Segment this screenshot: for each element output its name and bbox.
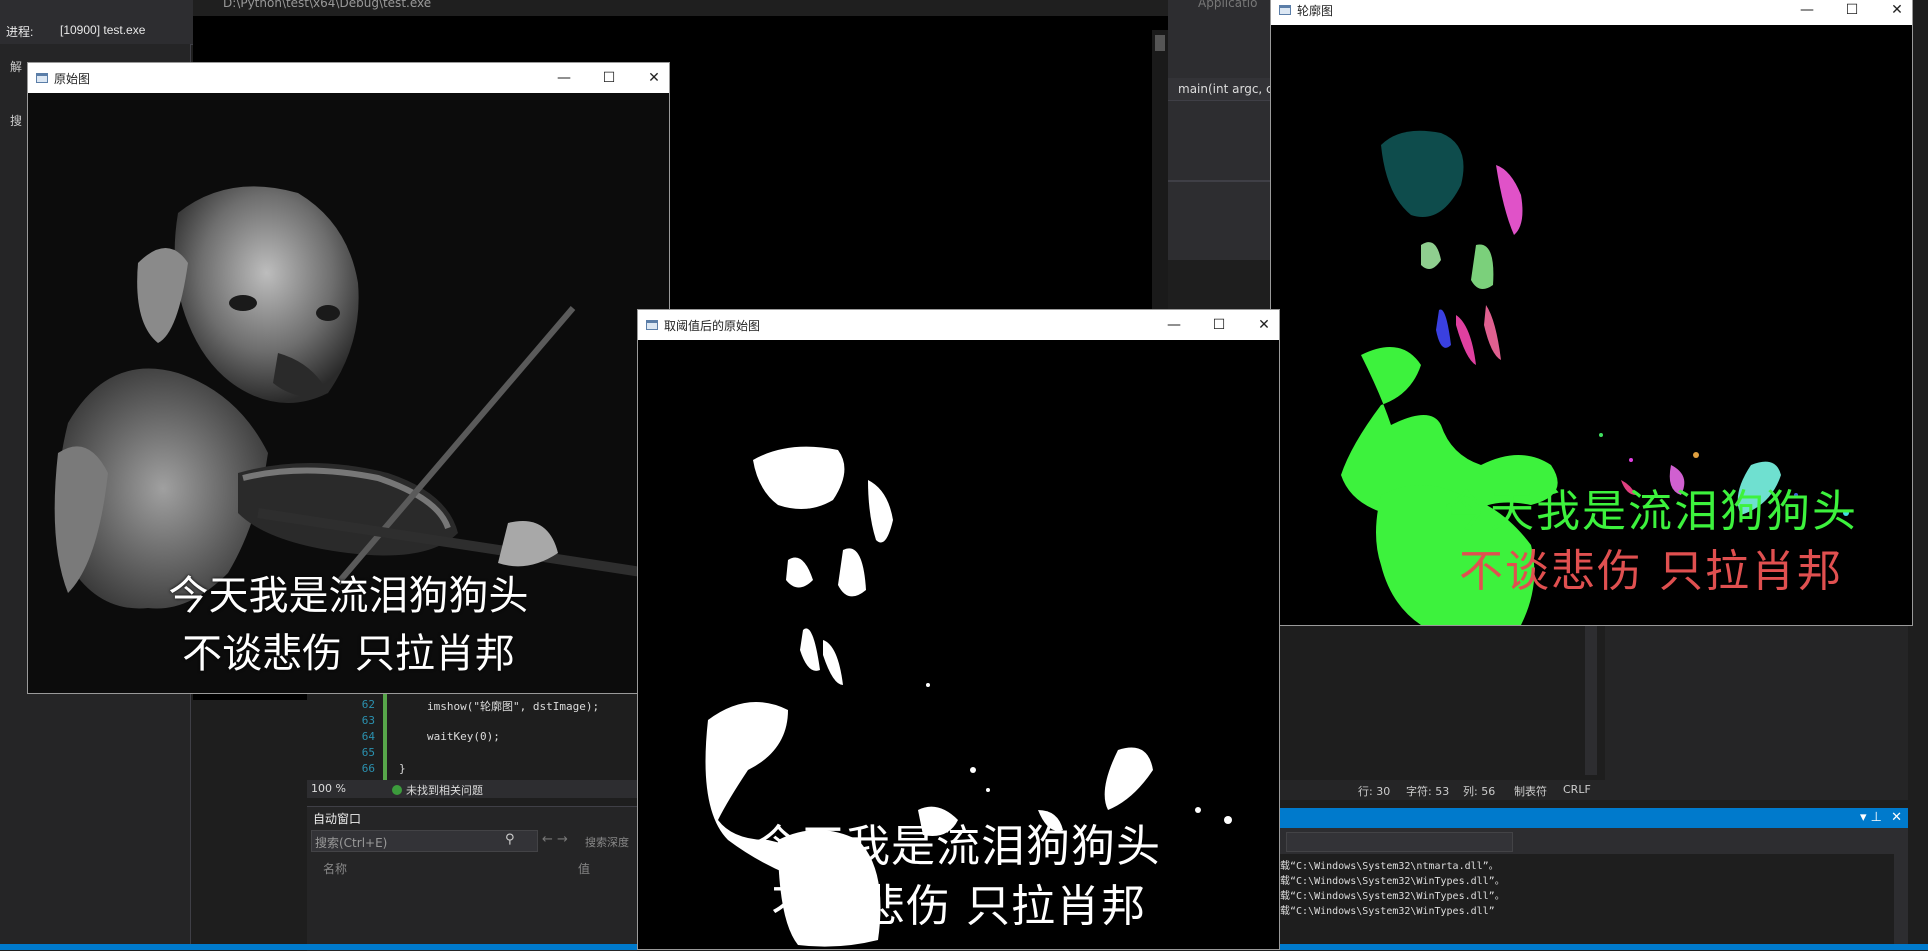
contour-title: 轮廓图 bbox=[1297, 4, 1334, 18]
output-scrollbar[interactable] bbox=[1894, 854, 1908, 944]
original-title: 原始图 bbox=[54, 72, 91, 86]
autos-panel bbox=[307, 806, 637, 951]
output-text: 载“C:\Windows\System32\ntmarta.dll”。 载“C:… bbox=[1276, 854, 1908, 944]
function-dropdown[interactable]: main(int argc, c bbox=[1168, 78, 1273, 101]
contour-caption-line2: 不谈悲伤 只拉肖邦 bbox=[1431, 535, 1871, 599]
search-icon[interactable]: ⚲ bbox=[505, 832, 515, 847]
editor-status: 100 % 未找到相关问题 bbox=[307, 780, 637, 798]
console-titlebar: D:\Python\test\x64\Debug\test.exe bbox=[193, 0, 1168, 16]
close-button[interactable]: ✕ bbox=[1249, 314, 1279, 336]
search-depth-label: 搜索深度 bbox=[585, 836, 629, 849]
search-placeholder: 搜索(Ctrl+E) bbox=[315, 836, 388, 850]
line-number: 65 bbox=[361, 746, 375, 759]
issues-status[interactable]: 未找到相关问题 bbox=[392, 782, 483, 798]
threshold-title: 取阈值后的原始图 bbox=[664, 319, 761, 333]
application-label: Applicatio bbox=[1198, 0, 1258, 10]
function-signature: main(int argc, c bbox=[1178, 82, 1273, 96]
output-line: 载“C:\Windows\System32\WinTypes.dll”。 bbox=[1280, 876, 1505, 887]
col-value: 值 bbox=[578, 862, 591, 876]
minimize-button[interactable]: — bbox=[1792, 0, 1822, 21]
autos-search-input[interactable]: 搜索(Ctrl+E) bbox=[311, 830, 538, 852]
line-number: 64 bbox=[361, 730, 375, 743]
close-button[interactable]: ✕ bbox=[639, 67, 669, 89]
status-eol: CRLF bbox=[1563, 783, 1591, 796]
maximize-button[interactable]: ☐ bbox=[594, 67, 624, 89]
threshold-caption-line2: 不谈悲伤 只拉肖邦 bbox=[771, 881, 1146, 932]
minimize-button[interactable]: — bbox=[1159, 314, 1189, 336]
output-line: 载“C:\Windows\System32\WinTypes.dll” bbox=[1280, 906, 1495, 917]
left-tab-search[interactable]: 搜 bbox=[10, 112, 22, 129]
minimize-button[interactable]: — bbox=[549, 67, 579, 89]
status-col: 列: 56 bbox=[1463, 785, 1496, 798]
divider bbox=[1168, 180, 1270, 182]
maximize-button[interactable]: ☐ bbox=[1204, 314, 1234, 336]
contour-window[interactable]: 轮廓图 — ☐ ✕ 今天我是流泪狗狗头 不谈悲伤 只拉肖邦 bbox=[1270, 0, 1913, 626]
original-caption-line2: 不谈悲伤 只拉肖邦 bbox=[182, 631, 515, 677]
original-titlebar[interactable]: 原始图 — ☐ ✕ bbox=[28, 63, 669, 93]
close-icon[interactable]: ✕ bbox=[1891, 810, 1902, 825]
caption-text: 不谈悲伤 只拉肖邦 bbox=[1459, 546, 1843, 597]
output-source-select[interactable] bbox=[1286, 832, 1513, 852]
line-number: 62 bbox=[361, 698, 375, 711]
line-number: 63 bbox=[361, 714, 375, 727]
contour-image: 今天我是流泪狗狗头 不谈悲伤 只拉肖邦 bbox=[1271, 25, 1912, 625]
caption-text: 今天我是流泪狗狗头 bbox=[1444, 486, 1858, 537]
status-tab: 制表符 bbox=[1514, 785, 1547, 798]
side-panel bbox=[1605, 625, 1908, 780]
contour-caption-line1: 今天我是流泪狗狗头 bbox=[1431, 475, 1871, 539]
code-line: imshow("轮廓图", dstImage); bbox=[427, 700, 600, 713]
code-line: } bbox=[399, 762, 406, 775]
code-editor[interactable]: 62 imshow("轮廓图", dstImage); 63 64 waitKe… bbox=[307, 690, 637, 782]
console-title: D:\Python\test\x64\Debug\test.exe bbox=[223, 0, 432, 10]
process-label: 进程: bbox=[6, 25, 34, 39]
nav-arrows-icon[interactable]: ← → bbox=[542, 832, 568, 847]
original-window[interactable]: 原始图 — ☐ ✕ 今天我是流泪狗狗头 不谈悲伤 只拉肖邦 bbox=[27, 62, 670, 694]
status-char: 字符: 53 bbox=[1406, 785, 1450, 798]
autos-title: 自动窗口 bbox=[313, 812, 362, 826]
original-image: 今天我是流泪狗狗头 不谈悲伤 只拉肖邦 bbox=[28, 93, 669, 693]
console-scroll-thumb[interactable] bbox=[1155, 35, 1165, 51]
threshold-titlebar[interactable]: 取阈值后的原始图 — ☐ ✕ bbox=[638, 310, 1279, 340]
window-icon bbox=[36, 73, 48, 83]
maximize-button[interactable]: ☐ bbox=[1837, 0, 1867, 21]
threshold-image: 今天我是流泪狗狗头 不谈悲伤 只拉肖邦 bbox=[638, 340, 1279, 949]
status-line: 行: 30 bbox=[1358, 785, 1391, 798]
issues-text: 未找到相关问题 bbox=[406, 784, 483, 797]
window-icon bbox=[1279, 5, 1291, 15]
col-name: 名称 bbox=[323, 862, 348, 876]
threshold-window[interactable]: 取阈值后的原始图 — ☐ ✕ 今天我是流泪狗狗头 不谈悲伤 只拉肖邦 bbox=[637, 309, 1280, 950]
change-marker bbox=[383, 690, 387, 782]
autos-header: 名称 值 bbox=[313, 860, 633, 878]
ide-editor-header bbox=[1168, 0, 1270, 260]
editor-scrollbar[interactable] bbox=[1585, 625, 1597, 775]
zoom-level[interactable]: 100 % bbox=[311, 782, 346, 795]
threshold-caption-line1: 今天我是流泪狗狗头 bbox=[756, 821, 1161, 872]
close-button[interactable]: ✕ bbox=[1882, 0, 1912, 21]
process-selector[interactable]: [10900] test.exe bbox=[60, 23, 145, 37]
status-row: 行: 30 字符: 53 列: 56 制表符 CRLF bbox=[1276, 780, 1908, 800]
pin-icon[interactable]: ▾ ⊥ bbox=[1860, 810, 1882, 825]
line-number: 66 bbox=[361, 762, 375, 775]
output-header: ▾ ⊥ ✕ bbox=[1276, 808, 1908, 828]
code-line: waitKey(0); bbox=[427, 730, 500, 743]
process-bar: 进程: [10900] test.exe bbox=[0, 16, 200, 45]
contour-titlebar[interactable]: 轮廓图 — ☐ ✕ bbox=[1271, 0, 1912, 25]
window-icon bbox=[646, 320, 658, 330]
output-line: 载“C:\Windows\System32\ntmarta.dll”。 bbox=[1280, 861, 1499, 872]
left-tab-solution[interactable]: 解 bbox=[10, 58, 22, 75]
ide-toolbar bbox=[0, 0, 200, 16]
check-icon bbox=[392, 785, 402, 795]
original-caption-line1: 今天我是流泪狗狗头 bbox=[168, 573, 529, 619]
output-line: 载“C:\Windows\System32\WinTypes.dll”。 bbox=[1280, 891, 1505, 902]
